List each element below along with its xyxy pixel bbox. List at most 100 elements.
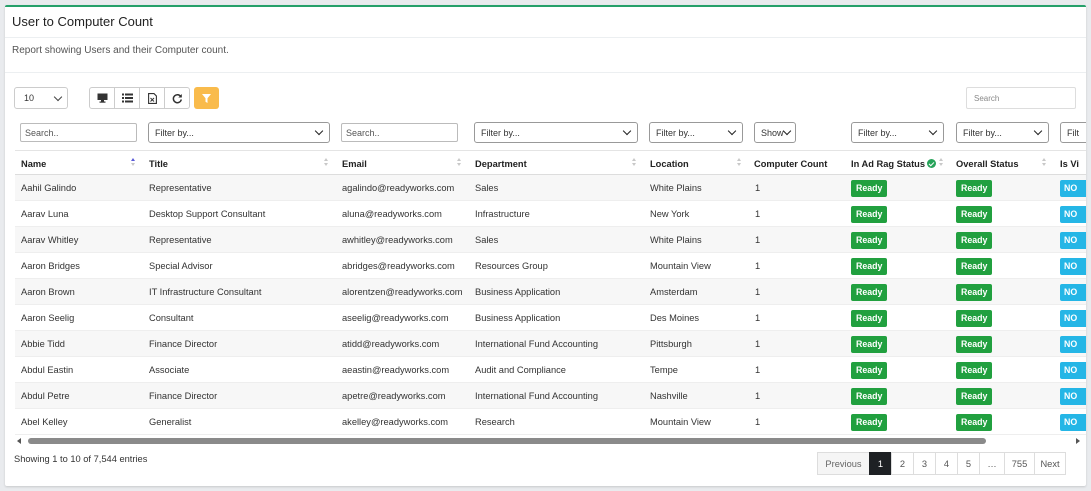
overall-filter-value: Filter by... [963,128,1002,138]
sort-icon[interactable] [1042,157,1047,169]
table-row[interactable]: Abbie Tidd Finance Director atidd@readywor… [15,331,1086,357]
cell-name: Abdul Petre [21,391,70,401]
overall-filter-select[interactable]: Filter by... [956,122,1049,143]
search-input[interactable]: Search [966,87,1076,109]
refresh-button[interactable] [164,87,190,109]
monitor-icon [97,93,107,103]
filter-button[interactable] [194,87,219,109]
cell-title: Finance Director [149,391,218,401]
in-ad-status-badge: Ready [851,336,888,353]
column-header-department[interactable]: Department [475,159,527,169]
export-button[interactable] [139,87,165,109]
table-row[interactable]: Abdul Petre Finance Director apetre@readyw… [15,383,1086,409]
scroll-right-icon[interactable] [1076,438,1080,444]
divider [5,72,1086,73]
sort-icon[interactable] [324,157,329,169]
column-header-name[interactable]: Name [21,159,46,169]
table-row[interactable]: Aaron Seelig Consultant aseelig@readyworks… [15,305,1086,331]
column-header-email[interactable]: Email [342,159,367,169]
sort-ascending-icon[interactable] [131,157,136,169]
scroll-left-icon[interactable] [17,438,21,444]
overall-status-badge: Ready [956,180,993,197]
page-755-button[interactable]: 755 [1004,452,1035,475]
is-vip-badge: NO [1060,388,1086,405]
name-filter-input[interactable]: Search.. [20,123,137,142]
column-header-computer-count[interactable]: Computer Count [754,159,827,169]
is-vip-badge: NO [1060,336,1086,353]
email-filter-input[interactable]: Search.. [341,123,458,142]
cell-name: Aaron Bridges [21,261,80,271]
cell-location: Des Moines [650,313,700,323]
overall-status-badge: Ready [956,388,993,405]
list-icon [121,93,133,103]
cell-email: aeastin@readyworks.com [342,365,450,375]
overall-status-badge: Ready [956,414,993,431]
chevron-down-icon [928,126,938,136]
computer-count-filter-select[interactable]: Show [754,122,796,143]
column-header-in-ad[interactable]: In Ad Rag Status [851,159,937,169]
table-row[interactable]: Abel Kelley Generalist akelley@readyworks.… [15,409,1086,435]
cell-title: Representative [149,183,212,193]
table-row[interactable]: Aarav Luna Desktop Support Consultant alun… [15,201,1086,227]
cell-email: apetre@readyworks.com [342,391,446,401]
cell-department: Research [475,417,515,427]
column-header-location[interactable]: Location [650,159,689,169]
page-1-button[interactable]: 1 [869,452,892,475]
horizontal-scrollbar[interactable] [15,436,1082,446]
report-title: User to Computer Count [12,14,153,29]
list-view-button[interactable] [114,87,140,109]
table-row[interactable]: Aaron Bridges Special Advisor abridges@rea… [15,253,1086,279]
report-panel: User to Computer Count Report showing Us… [5,5,1086,486]
column-header-overall-status[interactable]: Overall Status [956,159,1019,169]
in-ad-status-badge: Ready [851,232,888,249]
table-row[interactable]: Aahil Galindo Representative agalindo@read… [15,175,1086,201]
cell-email: agalindo@readyworks.com [342,183,455,193]
in-ad-status-badge: Ready [851,258,888,275]
cell-department: Resources Group [475,261,548,271]
page-2-button[interactable]: 2 [891,452,914,475]
is-vip-filter-select[interactable]: Filt [1060,122,1086,143]
desktop-view-button[interactable] [89,87,115,109]
column-header-title[interactable]: Title [149,159,168,169]
chevron-down-icon [314,126,324,136]
cell-email: atidd@readyworks.com [342,339,440,349]
page-size-select[interactable]: 10 [14,87,68,109]
in-ad-filter-select[interactable]: Filter by... [851,122,944,143]
cell-department: International Fund Accounting [475,339,599,349]
sort-icon[interactable] [632,157,637,169]
cell-computer-count: 1 [755,287,761,297]
cell-name: Abbie Tidd [21,339,65,349]
entries-info: Showing 1 to 10 of 7,544 entries [14,454,148,464]
previous-page-button[interactable]: Previous [817,452,870,475]
in-ad-status-badge: Ready [851,362,888,379]
location-filter-select[interactable]: Filter by... [649,122,743,143]
sort-icon[interactable] [737,157,742,169]
in-ad-status-badge: Ready [851,180,888,197]
page-5-button[interactable]: 5 [957,452,980,475]
cell-name: Aarav Luna [21,209,69,219]
cell-department: Business Application [475,313,561,323]
column-header-is-vip[interactable]: Is Vi [1060,159,1079,169]
is-vip-badge: NO [1060,258,1086,275]
is-vip-badge: NO [1060,206,1086,223]
cell-computer-count: 1 [755,365,761,375]
table-header: Name Title Email Department Location Com… [15,150,1086,175]
cell-location: White Plains [650,235,702,245]
next-page-button[interactable]: Next [1034,452,1066,475]
scrollbar-thumb[interactable] [28,438,986,444]
title-filter-select[interactable]: Filter by... [148,122,330,143]
table-row[interactable]: Aaron Brown IT Infrastructure Consultant a… [15,279,1086,305]
page-4-button[interactable]: 4 [935,452,958,475]
table-row[interactable]: Abdul Eastin Associate aeastin@readyworks.… [15,357,1086,383]
chevron-down-icon [727,126,737,136]
page-3-button[interactable]: 3 [913,452,936,475]
cell-location: White Plains [650,183,702,193]
cell-name: Aahil Galindo [21,183,77,193]
chevron-down-icon [53,92,63,102]
cell-title: Desktop Support Consultant [149,209,266,219]
table-row[interactable]: Aarav Whitley Representative awhitley@read… [15,227,1086,253]
sort-icon[interactable] [939,157,944,169]
sort-icon[interactable] [457,157,462,169]
department-filter-select[interactable]: Filter by... [474,122,638,143]
cell-department: International Fund Accounting [475,391,599,401]
